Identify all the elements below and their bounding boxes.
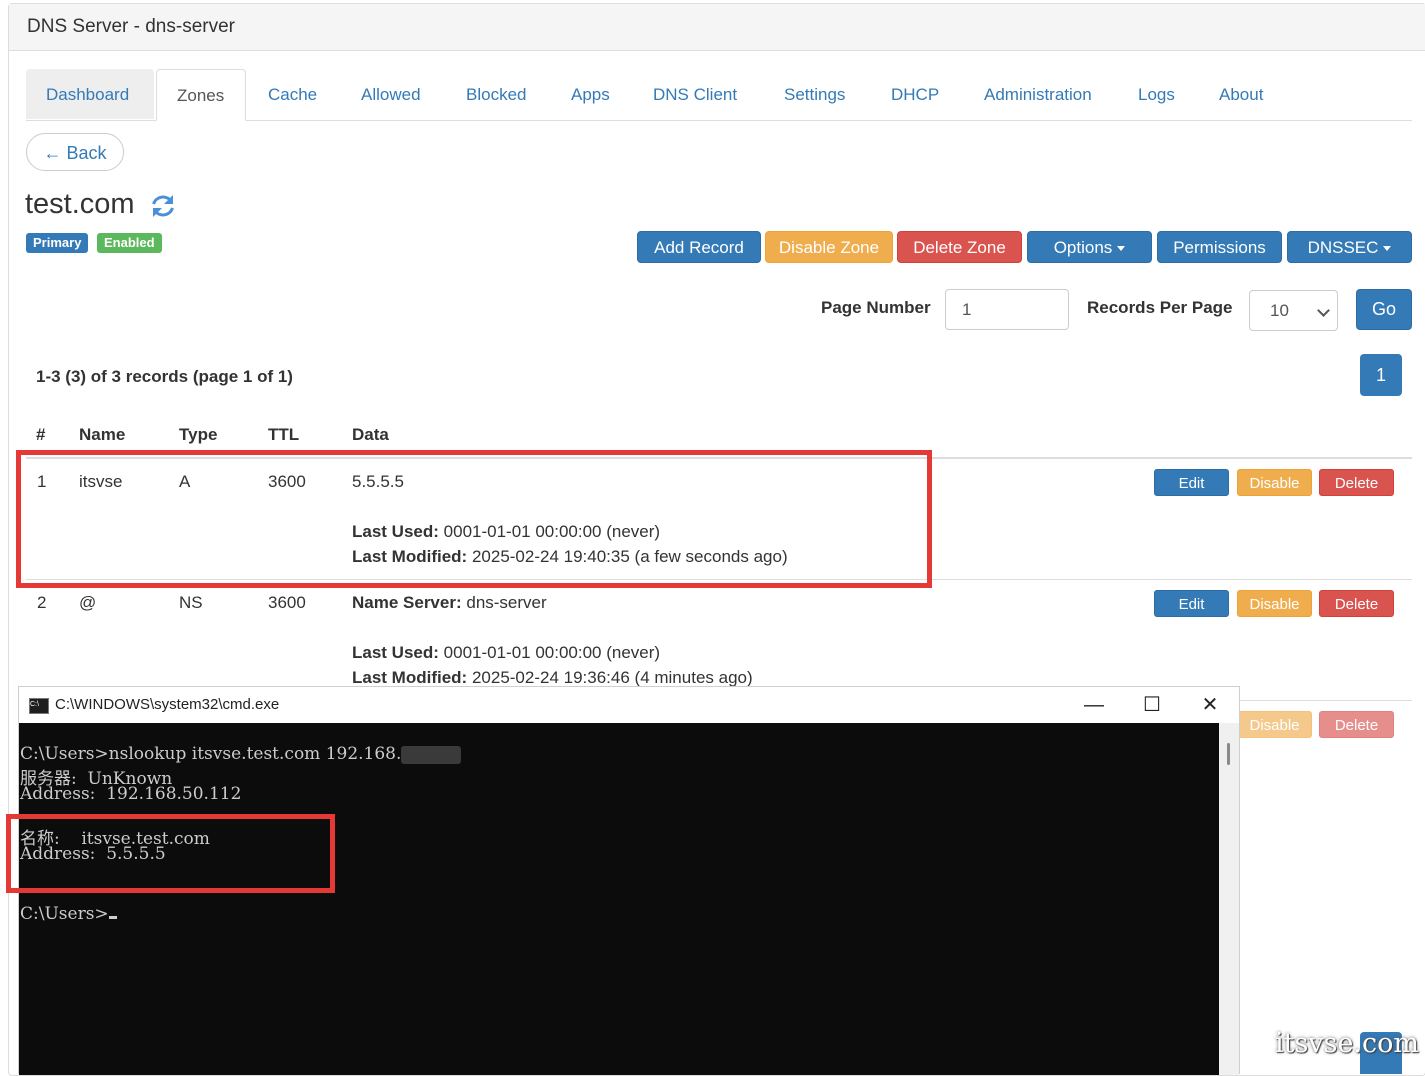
col-data-header: Data bbox=[352, 425, 389, 444]
delete-zone-button[interactable]: Delete Zone bbox=[897, 231, 1022, 263]
records-per-page-value: 10 bbox=[1270, 301, 1289, 320]
delete-button[interactable]: Delete bbox=[1319, 711, 1394, 738]
cmd-title: C:\WINDOWS\system32\cmd.exe bbox=[55, 696, 280, 713]
delete-button[interactable]: Delete bbox=[1319, 590, 1394, 617]
tab-zones[interactable]: Zones bbox=[156, 69, 246, 121]
records-per-page-label: Records Per Page bbox=[1087, 298, 1233, 317]
row-name: @ bbox=[79, 593, 97, 612]
tab-allowed[interactable]: Allowed bbox=[341, 69, 441, 119]
tab-blocked[interactable]: Blocked bbox=[446, 69, 546, 119]
edit-button[interactable]: Edit bbox=[1154, 469, 1229, 496]
text-cursor bbox=[108, 916, 117, 919]
col-num-header: # bbox=[36, 425, 46, 444]
console-output[interactable]: C:\Users>nslookup itsvse.test.com 192.16… bbox=[19, 723, 1219, 1075]
tab-administration[interactable]: Administration bbox=[964, 69, 1112, 119]
maximize-icon[interactable]: ☐ bbox=[1123, 687, 1181, 723]
scrollbar[interactable] bbox=[1219, 723, 1239, 1075]
caret-down-icon bbox=[1383, 246, 1392, 252]
console-line: Address: 192.168.50.112 bbox=[20, 784, 242, 804]
tab-dns-client[interactable]: DNS Client bbox=[633, 69, 757, 119]
row-data: Name Server: dns-server bbox=[352, 593, 547, 613]
tab-logs[interactable]: Logs bbox=[1118, 69, 1195, 119]
options-dropdown[interactable]: Options bbox=[1027, 231, 1152, 263]
page-number-input[interactable]: 1 bbox=[945, 289, 1069, 330]
refresh-icon[interactable] bbox=[149, 192, 177, 220]
row-last-modified: Last Modified: 2025-02-24 19:36:46 (4 mi… bbox=[352, 668, 753, 688]
zone-status-badge: Enabled bbox=[97, 233, 162, 253]
window-title: DNS Server - dns-server bbox=[27, 16, 235, 37]
zone-name: test.com bbox=[25, 188, 135, 220]
col-ttl-header: TTL bbox=[268, 425, 300, 444]
cmd-icon: C:\ bbox=[29, 698, 49, 714]
col-type-header: Type bbox=[179, 425, 218, 444]
console-prompt: C:\Users> bbox=[20, 904, 109, 924]
permissions-button[interactable]: Permissions bbox=[1157, 231, 1282, 263]
minimize-icon[interactable]: — bbox=[1065, 687, 1123, 723]
tab-apps[interactable]: Apps bbox=[551, 69, 630, 119]
row-ttl: 3600 bbox=[268, 593, 306, 612]
watermark: itsvse.com bbox=[1275, 1028, 1419, 1059]
chevron-down-icon bbox=[1317, 304, 1330, 317]
close-icon[interactable]: ✕ bbox=[1181, 687, 1239, 723]
panel-header: DNS Server - dns-server bbox=[9, 4, 1425, 51]
records-summary: 1-3 (3) of 3 records (page 1 of 1) bbox=[36, 367, 293, 386]
name-server-label: Name Server: bbox=[352, 593, 462, 612]
row-last-used: Last Used: 0001-01-01 00:00:00 (never) bbox=[352, 643, 660, 663]
add-record-button[interactable]: Add Record bbox=[637, 231, 761, 263]
dnssec-dropdown[interactable]: DNSSEC bbox=[1287, 231, 1412, 263]
records-per-page-select[interactable]: 10 bbox=[1249, 290, 1338, 331]
tab-settings[interactable]: Settings bbox=[764, 69, 865, 119]
console-line: C:\Users> bbox=[20, 904, 117, 924]
back-button[interactable]: ← Back bbox=[26, 133, 124, 171]
console-command: C:\Users>nslookup itsvse.test.com 192.16… bbox=[20, 744, 402, 764]
highlight-box bbox=[16, 450, 932, 588]
edit-button[interactable]: Edit bbox=[1154, 590, 1229, 617]
disable-button[interactable]: Disable bbox=[1237, 711, 1312, 738]
redacted-blur bbox=[401, 745, 462, 764]
cmd-title-bar[interactable]: C:\ C:\WINDOWS\system32\cmd.exe — ☐ ✕ bbox=[19, 687, 1239, 723]
tab-dhcp[interactable]: DHCP bbox=[871, 69, 959, 119]
last-modified-label: Last Modified: bbox=[352, 668, 468, 687]
console-line: C:\Users>nslookup itsvse.test.com 192.16… bbox=[20, 744, 462, 764]
row-type: NS bbox=[179, 593, 203, 612]
caret-down-icon bbox=[1117, 246, 1126, 252]
highlight-box bbox=[6, 814, 335, 893]
delete-button[interactable]: Delete bbox=[1319, 469, 1394, 496]
options-label: Options bbox=[1053, 238, 1113, 257]
tab-dashboard[interactable]: Dashboard bbox=[26, 69, 154, 119]
row-num: 2 bbox=[37, 593, 47, 612]
tab-about[interactable]: About bbox=[1199, 69, 1283, 119]
scroll-thumb[interactable] bbox=[1227, 743, 1230, 765]
dnssec-label: DNSSEC bbox=[1307, 238, 1379, 257]
page-number-label: Page Number bbox=[821, 298, 931, 317]
last-used-label: Last Used: bbox=[352, 643, 439, 662]
zone-type-badge: Primary bbox=[26, 233, 89, 253]
go-button[interactable]: Go bbox=[1356, 289, 1412, 330]
page-1-button[interactable]: 1 bbox=[1360, 354, 1402, 396]
disable-button[interactable]: Disable bbox=[1237, 590, 1312, 617]
last-used-value: 0001-01-01 00:00:00 (never) bbox=[443, 643, 661, 662]
disable-button[interactable]: Disable bbox=[1237, 469, 1312, 496]
last-modified-value: 2025-02-24 19:36:46 (4 minutes ago) bbox=[471, 668, 753, 687]
name-server-value: dns-server bbox=[466, 593, 547, 612]
disable-zone-button[interactable]: Disable Zone bbox=[765, 231, 893, 263]
col-name-header: Name bbox=[79, 425, 126, 444]
main-tabs: Dashboard Zones Cache Allowed Blocked Ap… bbox=[26, 69, 1412, 121]
tab-cache[interactable]: Cache bbox=[248, 69, 337, 119]
